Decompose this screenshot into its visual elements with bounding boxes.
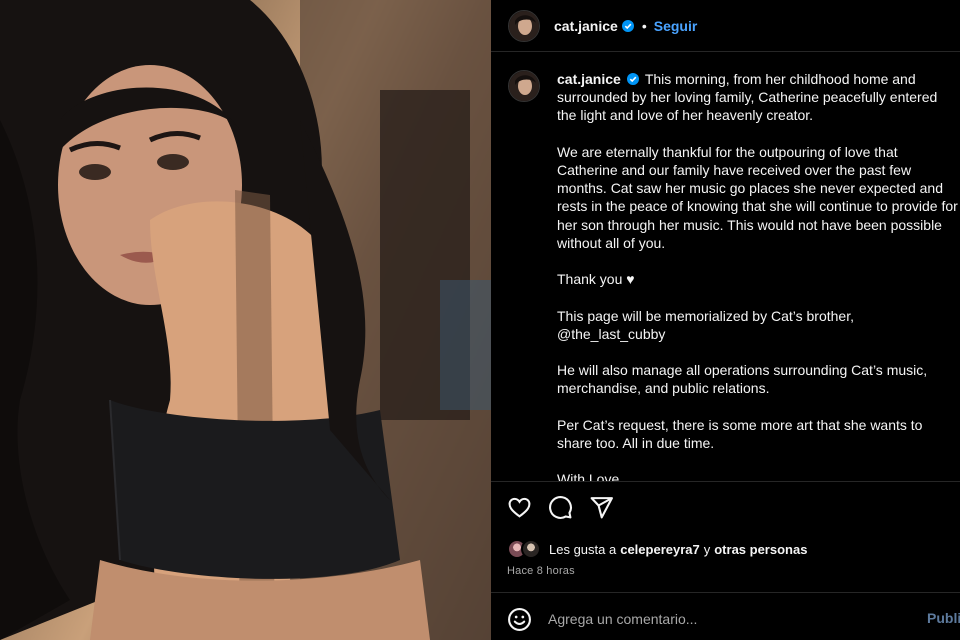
likes-others-link[interactable]: otras personas <box>714 542 807 557</box>
caption-paragraph: Thank you ♥ <box>557 271 635 288</box>
caption-username[interactable]: cat.janice <box>557 71 621 87</box>
header-username[interactable]: cat.janice <box>554 18 618 34</box>
follow-button[interactable]: Seguir <box>654 18 698 34</box>
liker-username[interactable]: celepereyra7 <box>620 542 700 557</box>
likes-prefix: Les gusta a <box>549 541 617 557</box>
divider <box>491 481 960 482</box>
heart-icon[interactable] <box>507 495 532 520</box>
post-actions <box>507 495 614 520</box>
caption-paragraph: We are eternally thankful for the outpou… <box>557 143 958 251</box>
likes-connector: y <box>703 541 711 557</box>
avatar[interactable] <box>521 539 541 559</box>
caption-paragraph: Per Cat’s request, there is some more ar… <box>557 416 923 451</box>
likes-summary: Les gusta a celepereyra7 y otras persona… <box>507 539 807 559</box>
liker-avatars[interactable] <box>507 539 545 559</box>
post-photo[interactable] <box>0 0 491 640</box>
profile-avatar[interactable] <box>508 9 540 42</box>
post-timestamp[interactable]: Hace 8 horas <box>507 565 575 577</box>
caption-avatar[interactable] <box>508 70 540 102</box>
caption-paragraph: He will also manage all operations surro… <box>557 362 928 397</box>
post-photo-illustration <box>0 0 491 640</box>
post-caption: cat.janice This morning, from her childho… <box>557 70 960 481</box>
verified-badge-icon <box>626 73 639 85</box>
smile-icon[interactable] <box>507 607 532 632</box>
publish-button[interactable]: Publicar <box>927 610 960 626</box>
caption-paragraph: This page will be memorialized by Cat’s … <box>557 307 854 342</box>
comment-bar: Publicar <box>507 604 960 634</box>
verified-badge-icon <box>621 19 634 32</box>
comment-input[interactable] <box>548 607 908 631</box>
send-icon[interactable] <box>589 495 614 520</box>
caption-area[interactable]: cat.janice This morning, from her childho… <box>491 53 960 481</box>
caption-paragraph: With Love <box>557 471 620 481</box>
post-header: cat.janice • Seguir <box>491 0 960 52</box>
post-panel: cat.janice • Seguir cat.janice This morni… <box>491 0 960 640</box>
divider <box>491 592 960 593</box>
header-separator: • <box>641 17 647 34</box>
comment-icon[interactable] <box>548 495 573 520</box>
